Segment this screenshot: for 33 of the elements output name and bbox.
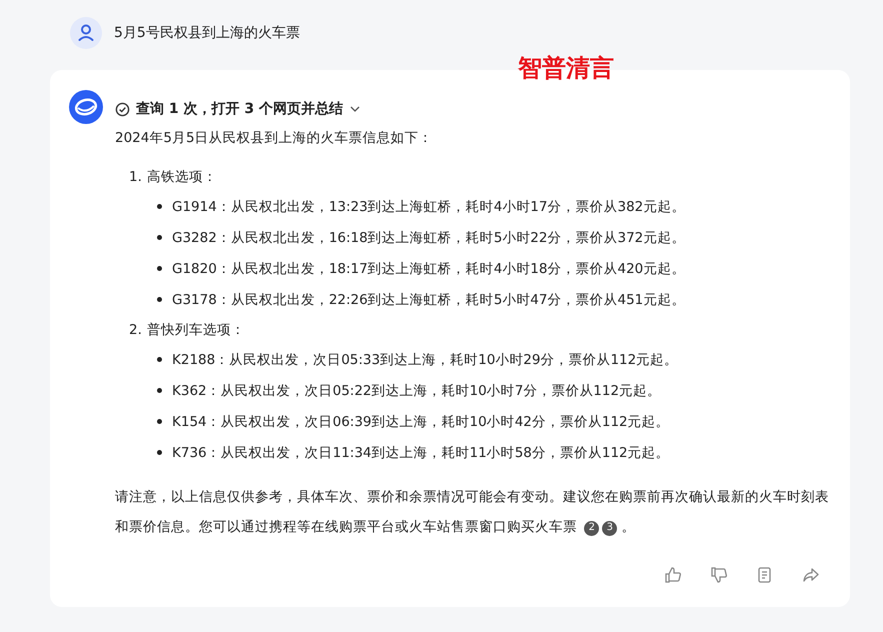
- overlay-label: 智普清言: [518, 53, 614, 84]
- section-number: 2.: [129, 322, 142, 338]
- section-title: 高铁选项：: [146, 168, 217, 186]
- list-item-text: K362：从民权出发，次日05:22到达上海，耗时10小时7分，票价从112元起。: [172, 382, 662, 400]
- assistant-logo-icon: [69, 90, 103, 124]
- note-paragraph: 请注意，以上信息仅供参考，具体车次、票价和余票情况可能会有变动。建议您在购票前再次确认最新的火车时刻表和票价信息。您可以通过携程等在线购票平台或火车站售票窗口购买火车票 2 3 。: [115, 488, 830, 538]
- citation-link[interactable]: 2: [584, 520, 600, 536]
- check-circle-icon: [115, 102, 130, 116]
- user-avatar-icon: [70, 17, 102, 49]
- user-message: 5月5号民权县到上海的火车票: [114, 24, 300, 42]
- list-item-text: G3178：从民权北出发，22:26到达上海虹桥，耗时5小时47分，票价从451元起。: [172, 290, 686, 308]
- bullet-icon: [157, 235, 162, 240]
- list-item-text: G3282：从民权北出发，16:18到达上海虹桥，耗时5小时22分，票价从372元起。: [172, 228, 686, 246]
- thumbs-down-icon[interactable]: [710, 566, 728, 584]
- bullet-icon: [157, 450, 162, 455]
- intro-text: 2024年5月5日从民权县到上海的火车票信息如下：: [115, 129, 434, 147]
- thumbs-up-icon[interactable]: [664, 566, 682, 584]
- list-item-text: K736：从民权出发，次日11:34到达上海，耗时11小时58分，票价从112元起。: [172, 444, 670, 462]
- list-item-text: K154：从民权出发，次日06:39到达上海，耗时10小时42分，票价从112元起。: [172, 412, 670, 430]
- citation-link[interactable]: 3: [602, 520, 618, 536]
- bullet-icon: [157, 388, 162, 393]
- list-item-text: K2188：从民权出发，次日05:33到达上海，耗时10小时29分，票价从112元起。: [172, 350, 678, 368]
- list-item-text: G1914：从民权北出发，13:23到达上海虹桥，耗时4小时17分，票价从382元起。: [172, 198, 686, 216]
- bullet-icon: [157, 204, 162, 209]
- section-number: 1.: [129, 168, 142, 184]
- bullet-icon: [157, 297, 162, 302]
- bullet-icon: [157, 266, 162, 271]
- bullet-icon: [157, 357, 162, 362]
- list-item-text: G1820：从民权北出发，18:17到达上海虹桥，耗时4小时18分，票价从420元起。: [172, 260, 686, 278]
- search-summary-toggle[interactable]: 查询 1 次，打开 3 个网页并总结: [115, 100, 361, 118]
- bullet-icon: [157, 419, 162, 424]
- section-title: 普快列车选项：: [146, 320, 245, 338]
- share-icon[interactable]: [802, 566, 820, 584]
